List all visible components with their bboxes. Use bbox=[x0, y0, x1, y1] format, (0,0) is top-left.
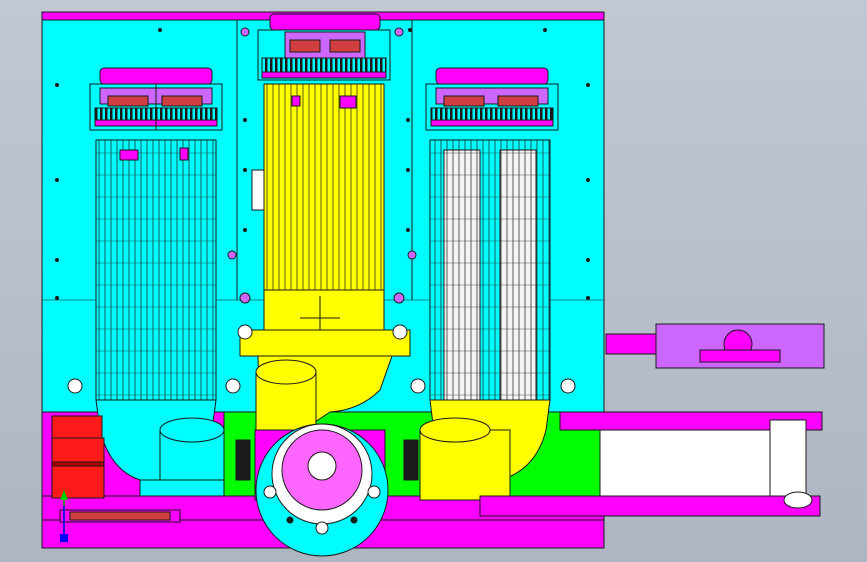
left-gear-cap bbox=[99, 67, 213, 85]
cad-viewport[interactable] bbox=[0, 0, 867, 562]
center-motor bbox=[237, 13, 411, 433]
cad-drawing bbox=[0, 0, 867, 562]
right-gear-cap bbox=[435, 67, 549, 85]
center-gear-cap bbox=[269, 13, 381, 31]
